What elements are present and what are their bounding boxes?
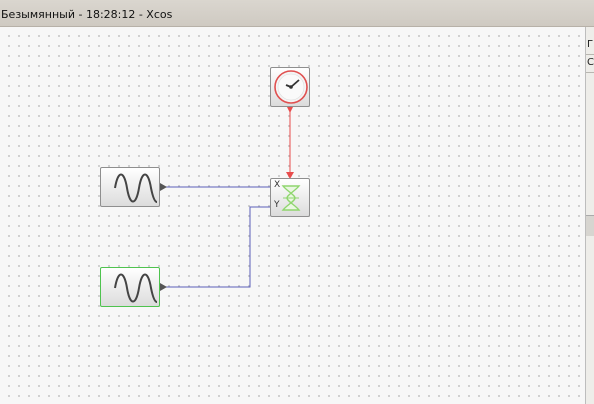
output-port-icon — [160, 283, 167, 291]
side-row-2[interactable]: С — [586, 55, 594, 73]
side-panel: Г С — [586, 27, 594, 404]
clock-block[interactable] — [270, 67, 310, 107]
clock-icon — [274, 70, 308, 104]
side-row-1[interactable]: Г — [586, 37, 594, 55]
sine-generator-block-1[interactable] — [100, 167, 160, 207]
output-port-icon — [160, 183, 167, 191]
side-row-1-label: Г — [587, 39, 594, 50]
sine-generator-block-2[interactable] — [100, 267, 160, 307]
sine-wave-icon — [114, 273, 158, 303]
diagram-canvas[interactable]: X Y — [0, 27, 586, 404]
scope-port-y-label: Y — [274, 200, 280, 210]
scope-port-x-label: X — [274, 180, 281, 190]
data-link-2[interactable] — [166, 206, 272, 288]
side-panel-divider — [586, 215, 594, 236]
sine-wave-icon — [114, 173, 158, 203]
title-bar: Безымянный - 18:28:12 - Xcos — [0, 0, 594, 27]
window-title: Безымянный - 18:28:12 - Xcos — [1, 8, 173, 21]
side-row-2-label: С — [587, 57, 594, 68]
